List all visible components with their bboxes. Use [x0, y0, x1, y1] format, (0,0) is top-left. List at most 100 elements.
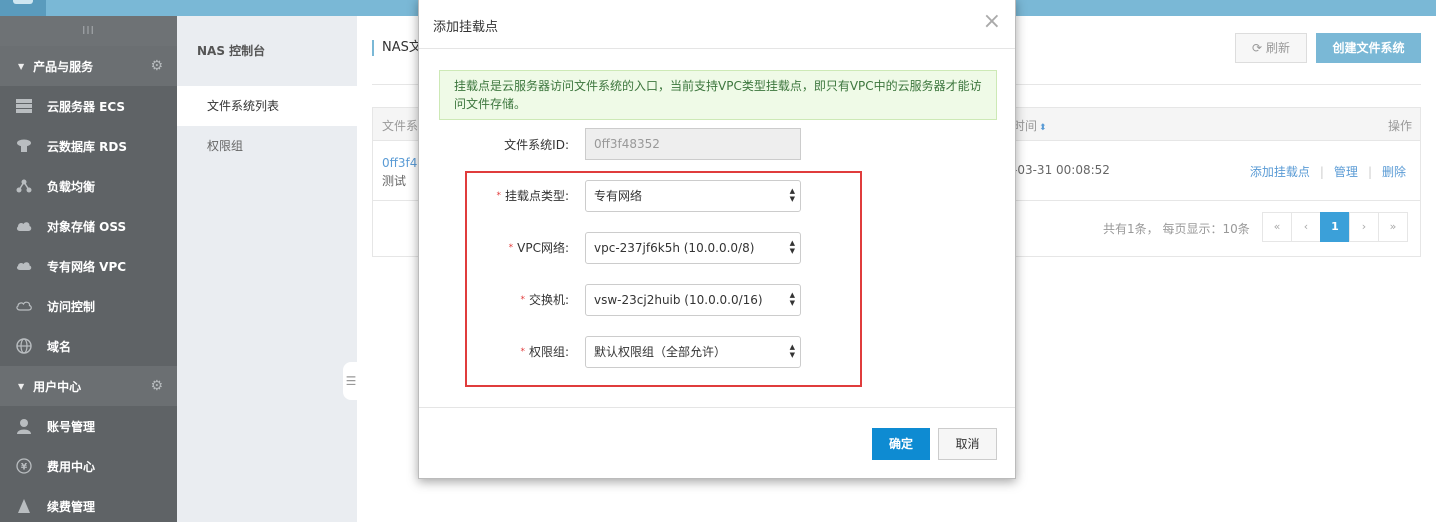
column-header-name: 文件系 — [382, 119, 419, 133]
subnav-item-file-systems[interactable]: 文件系统列表 — [177, 86, 357, 126]
vswitch-label-text: 交换机: — [528, 293, 569, 307]
svg-text:¥: ¥ — [21, 463, 28, 473]
console-title: NAS 控制台 — [197, 44, 266, 58]
required-mark: * — [508, 243, 514, 253]
add-mount-point-link[interactable]: 添加挂载点 — [1250, 165, 1310, 179]
cancel-button[interactable]: 取消 — [938, 428, 997, 460]
vpc-icon — [14, 256, 34, 276]
logo[interactable] — [0, 0, 46, 16]
renew-icon — [14, 496, 34, 516]
load-balancer-icon — [14, 176, 34, 196]
add-mount-point-dialog: 添加挂载点 × 挂载点是云服务器访问文件系统的入口，当前支持VPC类型挂载点，即… — [418, 0, 1016, 479]
sidebar-item-domain[interactable]: 域名 — [0, 326, 177, 366]
refresh-label: 刷新 — [1265, 41, 1290, 55]
sidebar-item-ram[interactable]: 访问控制 — [0, 286, 177, 326]
column-header-time-label: 时间 — [1013, 119, 1038, 133]
mount-type-label: * 挂载点类型: — [419, 187, 569, 204]
confirm-button[interactable]: 确定 — [872, 428, 930, 460]
mount-type-select[interactable]: 专有网络 ▲ ▼ — [585, 180, 801, 212]
sidebar-item-label: 访问控制 — [47, 299, 96, 314]
separator: | — [1319, 165, 1324, 179]
database-icon — [14, 136, 34, 156]
subnav-item-permission-groups[interactable]: 权限组 — [177, 126, 357, 166]
last-page-button[interactable]: » — [1378, 212, 1408, 242]
vpc-value: vpc-237jf6k5h (10.0.0.0/8) — [594, 241, 755, 255]
manage-link[interactable]: 管理 — [1334, 165, 1358, 179]
mount-type-value: 专有网络 — [594, 189, 643, 203]
sidebar-item-label: 账号管理 — [47, 419, 96, 434]
first-page-button[interactable]: « — [1262, 212, 1292, 242]
select-arrows-icon: ▲ ▼ — [789, 187, 795, 203]
caret-down-icon: ▼ — [18, 381, 25, 391]
user-icon — [14, 416, 34, 436]
sidebar-item-label: 对象存储 OSS — [47, 219, 127, 234]
sidebar-section-label: 用户中心 — [33, 379, 82, 394]
sidebar-item-oss[interactable]: 对象存储 OSS — [0, 206, 177, 246]
sidebar-item-label: 云服务器 ECS — [47, 99, 126, 114]
vswitch-value: vsw-23cj2huib (10.0.0.0/16) — [594, 293, 763, 307]
created-time: -03-31 00:08:52 — [1013, 163, 1110, 177]
sidebar-section-label: 产品与服务 — [33, 59, 94, 74]
yen-icon: ¥ — [14, 456, 34, 476]
sidebar-section-user-center[interactable]: ▼ 用户中心 ⚙ — [0, 366, 177, 406]
permission-group-select[interactable]: 默认权限组（全部允许） ▲ ▼ — [585, 336, 801, 368]
next-page-button[interactable]: › — [1349, 212, 1379, 242]
refresh-button[interactable]: ⟳ 刷新 — [1235, 33, 1307, 63]
fs-id-field: 0ff3f48352 — [585, 128, 801, 160]
select-arrows-icon: ▲ ▼ — [789, 239, 795, 255]
mount-type-label-text: 挂载点类型: — [504, 189, 569, 203]
refresh-icon: ⟳ — [1252, 41, 1263, 55]
vpc-select[interactable]: vpc-237jf6k5h (10.0.0.0/8) ▲ ▼ — [585, 232, 801, 264]
vswitch-label: * 交换机: — [419, 291, 569, 308]
required-mark: * — [520, 295, 525, 305]
sidebar-section-products[interactable]: ▼ 产品与服务 ⚙ — [0, 46, 177, 86]
access-control-icon — [14, 296, 34, 316]
caret-down-icon: ▼ — [18, 61, 25, 71]
permission-group-value: 默认权限组（全部允许） — [594, 345, 727, 359]
prev-page-button[interactable]: ‹ — [1291, 212, 1321, 242]
column-header-ops: 操作 — [1387, 119, 1412, 133]
fs-id-label: 文件系统ID: — [504, 138, 569, 152]
dialog-footer: 确定 取消 — [419, 407, 1015, 479]
delete-link[interactable]: 删除 — [1382, 165, 1406, 179]
required-mark: * — [520, 347, 525, 357]
select-arrows-icon: ▲ ▼ — [789, 343, 795, 359]
permission-group-label: * 权限组: — [419, 343, 569, 360]
sidebar-item-billing[interactable]: ¥ 费用中心 — [0, 446, 177, 486]
file-system-desc: 测试 — [382, 174, 407, 188]
sidebar-item-label: 续费管理 — [47, 499, 96, 514]
vpc-label: * VPC网络: — [419, 239, 569, 256]
sidebar-item-label: 专有网络 VPC — [47, 259, 127, 274]
vpc-label-text: VPC网络: — [517, 241, 569, 255]
sidebar-toggle[interactable]: III — [0, 16, 177, 46]
permission-group-label-text: 权限组: — [528, 345, 569, 359]
sort-icon[interactable]: ⬍ — [1039, 123, 1047, 133]
sidebar-item-vpc[interactable]: 专有网络 VPC — [0, 246, 177, 286]
gear-icon[interactable]: ⚙ — [150, 58, 163, 74]
gear-icon[interactable]: ⚙ — [150, 378, 163, 394]
sidebar-item-ecs[interactable]: 云服务器 ECS — [0, 86, 177, 126]
cloud-storage-icon — [14, 216, 34, 236]
column-header-time[interactable]: 时间 ⬍ — [1013, 117, 1047, 134]
pagination: « ‹ 1 › » — [1262, 212, 1408, 242]
vswitch-select[interactable]: vsw-23cj2huib (10.0.0.0/16) ▲ ▼ — [585, 284, 801, 316]
sidebar-item-account[interactable]: 账号管理 — [0, 406, 177, 446]
sidebar-item-label: 云数据库 RDS — [47, 139, 128, 154]
dialog-title: 添加挂载点 — [433, 20, 499, 35]
separator: | — [1367, 165, 1372, 179]
sidebar-item-renewal[interactable]: 续费管理 — [0, 486, 177, 522]
page-1-button[interactable]: 1 — [1320, 212, 1350, 242]
sidebar-item-slb[interactable]: 负载均衡 — [0, 166, 177, 206]
select-arrows-icon: ▲ ▼ — [789, 291, 795, 307]
sidebar-item-rds[interactable]: 云数据库 RDS — [0, 126, 177, 166]
create-file-system-button[interactable]: 创建文件系统 — [1316, 33, 1421, 63]
info-notice: 挂载点是云服务器访问文件系统的入口，当前支持VPC类型挂载点，即只有VPC中的云… — [439, 70, 997, 120]
secondary-nav: NAS 控制台 文件系统列表 权限组 — [177, 16, 357, 522]
globe-icon — [14, 336, 34, 356]
sidebar-item-label: 费用中心 — [47, 459, 96, 474]
sidebar: III ▼ 产品与服务 ⚙ 云服务器 ECS 云数据库 RDS 负载均衡 对象存… — [0, 16, 177, 522]
page-title: NAS文 — [372, 40, 422, 56]
dialog-header: 添加挂载点 × — [419, 0, 1015, 49]
close-icon[interactable]: × — [983, 9, 1001, 34]
server-icon — [14, 96, 34, 116]
